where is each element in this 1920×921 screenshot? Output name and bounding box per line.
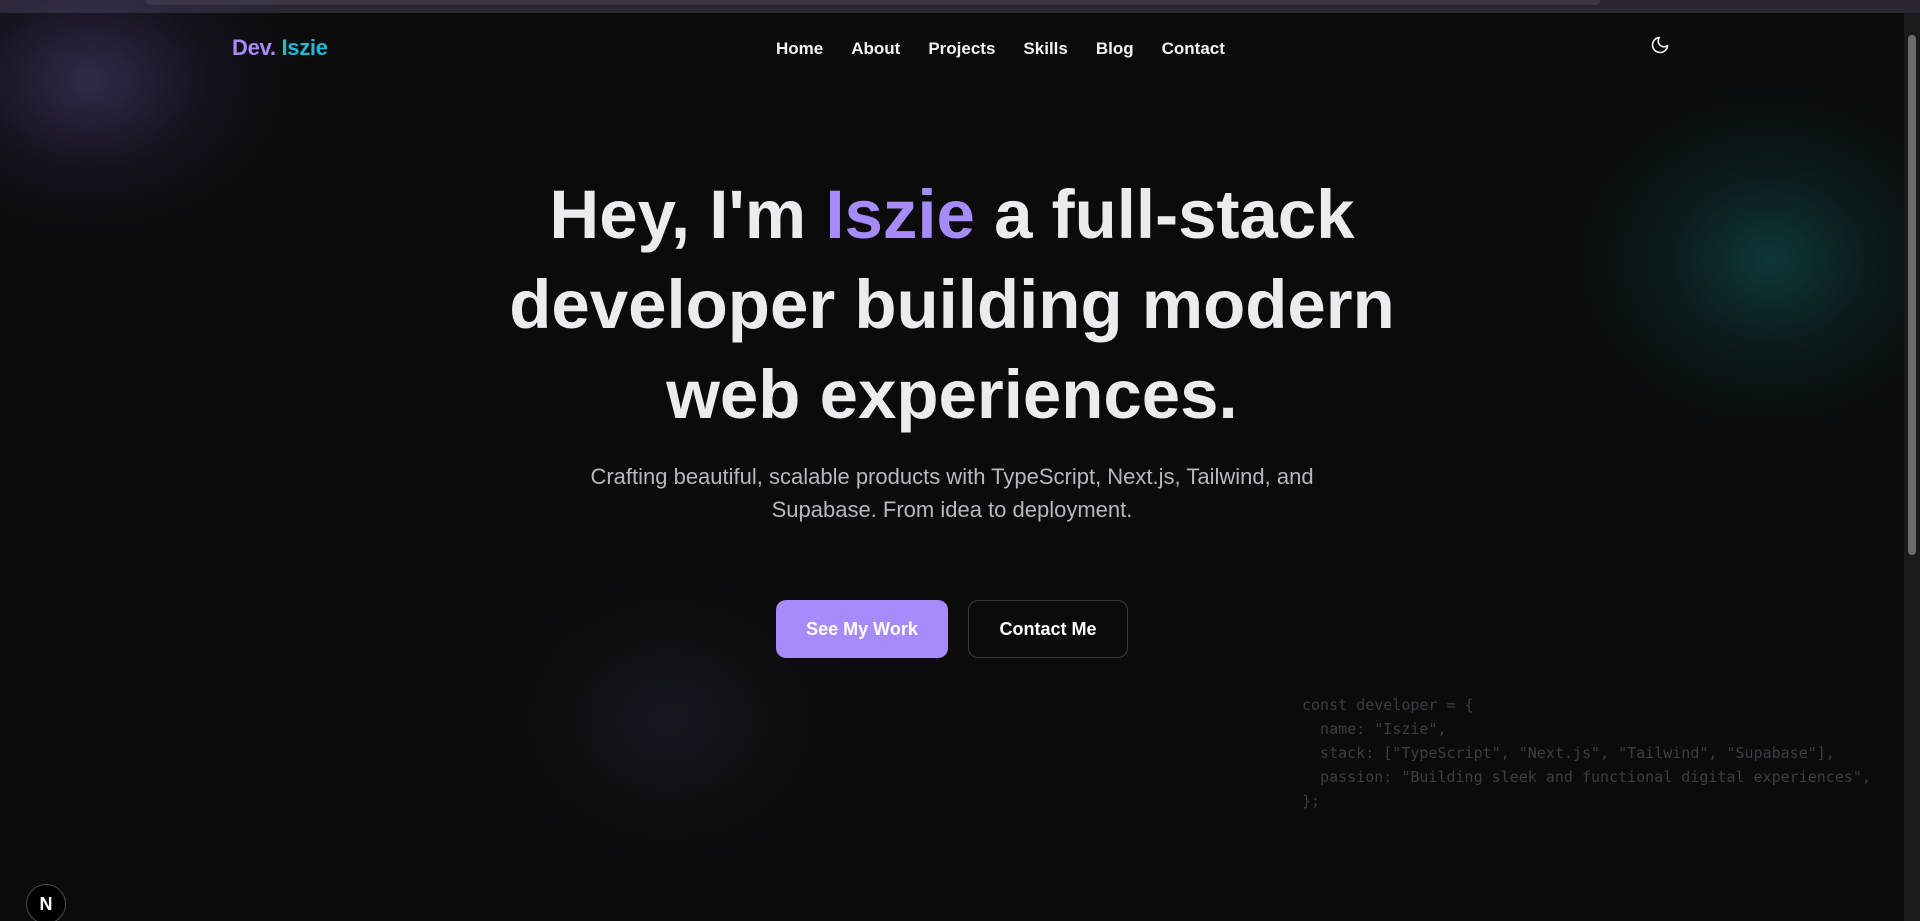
logo-text-name: Iszie	[281, 35, 328, 60]
page: Dev. Iszie Home About Projects Skills Bl…	[0, 0, 1920, 921]
hero-heading-name: Iszie	[825, 176, 975, 253]
moon-icon	[1651, 36, 1669, 54]
hero-section: Hey, I'm Iszie a full-stack developer bu…	[0, 170, 1904, 526]
main-nav: Home About Projects Skills Blog Contact	[776, 39, 1225, 59]
site-header: Dev. Iszie Home About Projects Skills Bl…	[0, 13, 1904, 85]
logo-text-dev: Dev.	[232, 35, 276, 60]
site-logo[interactable]: Dev. Iszie	[232, 35, 328, 61]
hero-heading-intro: Hey, I'm	[549, 176, 807, 253]
page-scrollbar[interactable]	[1904, 13, 1920, 921]
browser-top-pill	[145, 0, 1600, 5]
nextjs-badge-letter: N	[39, 893, 53, 914]
nav-link-about[interactable]: About	[851, 39, 900, 59]
hero-actions: See My Work Contact Me	[0, 600, 1904, 658]
hero-heading: Hey, I'm Iszie a full-stack developer bu…	[502, 170, 1402, 440]
browser-top-bar	[0, 0, 1920, 13]
scrollbar-thumb[interactable]	[1908, 35, 1916, 555]
contact-me-button[interactable]: Contact Me	[968, 600, 1128, 658]
nextjs-dev-badge[interactable]: N	[26, 884, 66, 921]
nav-link-skills[interactable]: Skills	[1023, 39, 1067, 59]
nav-link-blog[interactable]: Blog	[1096, 39, 1134, 59]
nav-link-contact[interactable]: Contact	[1162, 39, 1225, 59]
hero-subtitle: Crafting beautiful, scalable products wi…	[590, 464, 1314, 522]
code-snippet: const developer = { name: "Iszie", stack…	[1302, 696, 1871, 810]
nav-link-projects[interactable]: Projects	[928, 39, 995, 59]
nav-link-home[interactable]: Home	[776, 39, 823, 59]
theme-toggle-button[interactable]	[1650, 35, 1672, 57]
see-my-work-button[interactable]: See My Work	[776, 600, 948, 658]
